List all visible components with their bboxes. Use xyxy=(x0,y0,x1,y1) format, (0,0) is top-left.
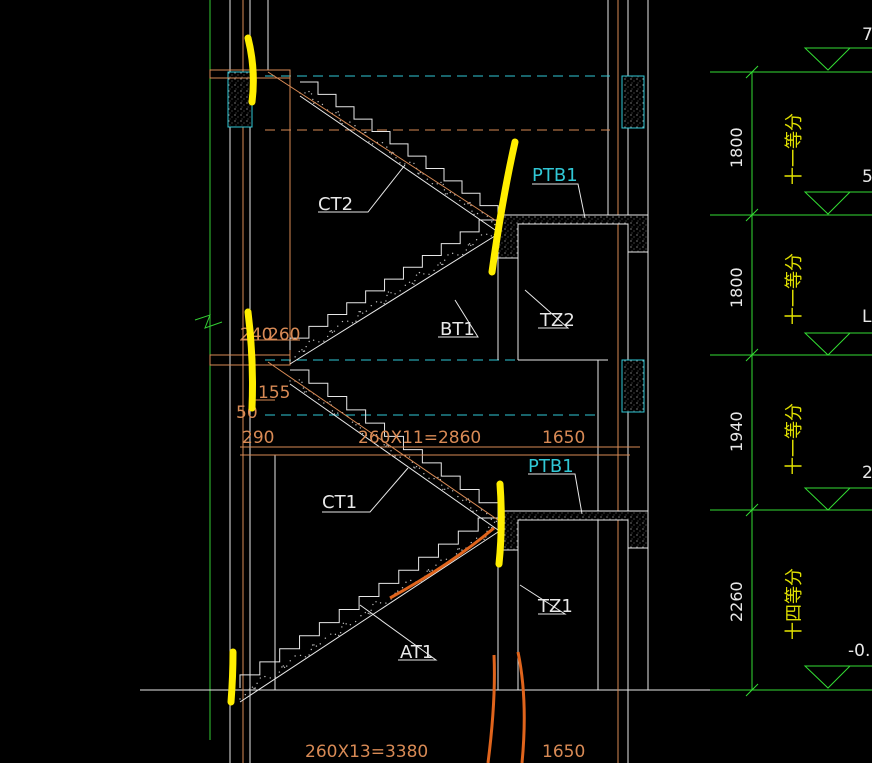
tag-tz1: TZ1 xyxy=(537,596,573,617)
dashed-level-lines xyxy=(265,75,610,416)
elev-mark-4: 2 xyxy=(862,463,872,483)
tag-ptb1-lower: PTB1 xyxy=(528,456,574,477)
orange-curve-stair xyxy=(389,526,495,600)
dimension-texts: 260X11=2860 260X13=3380 1650 1650 290 24… xyxy=(236,325,585,762)
projection-lines xyxy=(267,71,499,521)
dim-left-155: 155 xyxy=(258,383,290,403)
tag-leaders xyxy=(318,164,586,661)
level-height-3: 1940 xyxy=(727,411,746,452)
dim-upper-run: 260X11=2860 xyxy=(358,428,481,448)
highlight-mark-3 xyxy=(244,308,256,412)
orange-line-right xyxy=(516,651,526,763)
tag-ptb1-upper: PTB1 xyxy=(532,165,578,186)
elevation-markers xyxy=(803,47,872,689)
highlight-mark-5 xyxy=(227,648,237,706)
dim-lower-run: 260X13=3380 xyxy=(305,742,428,762)
dim-landing-upper: 1650 xyxy=(542,428,585,448)
cad-drawing-canvas: CT2 BT1 TZ2 CT1 AT1 TZ1 PTB1 PTB1 260X11… xyxy=(0,0,872,763)
level-note-3: 十一等分 xyxy=(784,403,805,475)
highlight-mark-4 xyxy=(495,480,505,568)
stair-flight-at1 xyxy=(239,517,499,703)
tag-at1: AT1 xyxy=(400,642,433,663)
stair-flight-bt1 xyxy=(289,219,499,365)
elev-mark-5: -0. xyxy=(848,641,870,661)
level-note-1: 十一等分 xyxy=(784,113,805,185)
orange-line-left xyxy=(486,654,496,763)
dim-landing-lower: 1650 xyxy=(542,742,585,762)
component-tags: CT2 BT1 TZ2 CT1 AT1 TZ1 PTB1 PTB1 xyxy=(318,165,578,663)
tag-tz2: TZ2 xyxy=(539,310,575,331)
yellow-highlights xyxy=(227,34,519,706)
dim-left-260: 260 xyxy=(268,325,300,345)
elev-mark-2: 5 xyxy=(862,167,872,187)
level-height-4: 2260 xyxy=(727,581,746,622)
tag-ct2: CT2 xyxy=(318,194,353,215)
column-sections xyxy=(209,69,645,413)
elev-mark-1: 7 xyxy=(862,25,872,45)
elev-mark-3: L xyxy=(862,307,872,327)
elevation-values: 7 5 L 2 -0. xyxy=(848,25,872,661)
level-notes: 十一等分 十一等分 十一等分 十四等分 xyxy=(784,113,805,640)
tag-bt1: BT1 xyxy=(440,319,475,340)
stair-flight-ct1 xyxy=(289,369,499,531)
level-note-4: 十四等分 xyxy=(784,568,805,640)
level-height-1: 1800 xyxy=(727,127,746,168)
stair-section-drawing: CT2 BT1 TZ2 CT1 AT1 TZ1 PTB1 PTB1 260X11… xyxy=(140,0,872,763)
tag-ct1: CT1 xyxy=(322,492,357,513)
dim-left-290: 290 xyxy=(242,428,274,448)
level-heights: 1800 1800 1940 2260 xyxy=(727,127,746,622)
level-note-2: 十一等分 xyxy=(784,253,805,325)
grid-line-left xyxy=(194,0,223,740)
level-height-2: 1800 xyxy=(727,267,746,308)
